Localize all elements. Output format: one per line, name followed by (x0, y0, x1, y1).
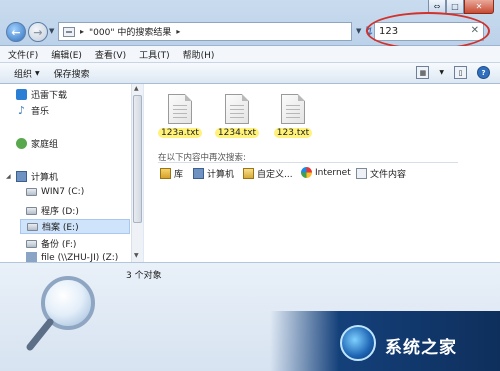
search-again-internet[interactable]: Internet (301, 167, 351, 178)
nav-item-drive-e[interactable]: 档案 (E:) (20, 219, 130, 234)
library-icon (160, 168, 171, 179)
file-name: 1234.txt (214, 128, 260, 138)
file-contents-icon (356, 168, 367, 179)
details-pane: 3 个对象 系统之家 (0, 262, 500, 371)
search-again-file-contents[interactable]: 文件内容 (356, 167, 406, 180)
search-folder-icon (63, 26, 75, 37)
navigation-pane: 迅雷下载 ♪ 音乐 家庭组 ◢ 计算机 WIN7 (C:) 程序 (D:) 档案… (0, 84, 143, 263)
address-bar[interactable]: ▸ "000" 中的搜索结果 ▸ (58, 22, 352, 41)
computer-icon (193, 168, 204, 179)
breadcrumb-search-results[interactable]: "000" 中的搜索结果 (89, 25, 171, 38)
view-options-dropdown-icon[interactable]: ▼ (439, 69, 444, 76)
nav-item-drive-c[interactable]: WIN7 (C:) (26, 187, 84, 197)
breadcrumb-separator-icon[interactable]: ▸ (80, 27, 84, 36)
title-bar: ⇔ □ ✕ ← → ▼ ▸ "000" 中的搜索结果 ▸ ▼ ↯ 123 ✕ (0, 0, 500, 50)
scroll-up-icon[interactable]: ▲ (134, 85, 139, 92)
nav-item-label: WIN7 (C:) (41, 187, 85, 197)
nav-item-label: 家庭组 (31, 140, 59, 150)
nav-item-thunder-downloads[interactable]: 迅雷下载 (16, 88, 67, 101)
nav-item-label: 计算机 (31, 173, 59, 183)
drive-icon (26, 188, 37, 196)
computer-icon (16, 171, 27, 182)
back-button[interactable]: ← (6, 22, 26, 42)
nav-item-drive-f[interactable]: 备份 (F:) (26, 237, 76, 250)
organize-label: 组织 (14, 69, 33, 80)
window-controls: ⇔ □ ✕ (428, 0, 494, 14)
search-magnifier-icon (26, 276, 95, 351)
search-query: 123 (379, 26, 399, 37)
search-location-label: Internet (315, 167, 351, 178)
text-file-icon (281, 94, 305, 124)
search-location-label: 库 (174, 170, 184, 180)
preview-pane-icon[interactable]: ▯ (454, 66, 467, 79)
close-button[interactable]: ✕ (464, 0, 494, 14)
watermark-logo-icon (340, 325, 376, 361)
menu-file[interactable]: 文件(F) (8, 48, 38, 61)
nav-item-label: file (\\ZHU-JI) (Z:) (41, 252, 119, 263)
menu-tools[interactable]: 工具(T) (139, 48, 170, 61)
scroll-down-icon[interactable]: ▼ (134, 252, 139, 259)
file-name: 123.txt (273, 128, 313, 138)
search-again-custom[interactable]: 自定义... (243, 167, 293, 180)
music-icon: ♪ (17, 104, 26, 117)
menu-bar: 文件(F) 编辑(E) 查看(V) 工具(T) 帮助(H) (0, 46, 500, 63)
drive-icon (26, 239, 37, 248)
recent-pages-dropdown[interactable]: ▼ (49, 27, 54, 35)
chevron-down-icon: ▼ (35, 69, 40, 77)
nav-item-label: 档案 (E:) (42, 223, 79, 233)
forward-button[interactable]: → (28, 22, 48, 42)
nav-item-music[interactable]: ♪ 音乐 (16, 104, 49, 117)
drive-icon (27, 222, 38, 231)
nav-item-homegroup[interactable]: 家庭组 (16, 137, 58, 150)
save-search-button[interactable]: 保存搜索 (54, 67, 90, 80)
address-dropdown-icon[interactable]: ▼ (356, 27, 361, 35)
minimize-button[interactable]: ⇔ (428, 0, 446, 14)
custom-folder-icon (243, 168, 254, 179)
nav-item-label: 程序 (D:) (41, 207, 79, 217)
scrollbar-thumb[interactable] (133, 95, 142, 223)
search-location-label: 自定义... (257, 170, 293, 180)
nav-item-label: 音乐 (31, 107, 50, 117)
menu-view[interactable]: 查看(V) (95, 48, 126, 61)
watermark-text: 系统之家 (385, 338, 457, 358)
file-item[interactable]: 123.txt (270, 94, 316, 138)
search-results-pane: 123a.txt 1234.txt 123.txt 在以下内容中再次搜索: 库 … (144, 84, 500, 262)
view-controls: ▦ ▼ ▯ ? (416, 66, 490, 79)
clear-search-icon[interactable]: ✕ (471, 25, 479, 36)
internet-icon (301, 167, 312, 178)
nav-item-computer[interactable]: 计算机 (16, 170, 58, 183)
file-item[interactable]: 123a.txt (157, 94, 203, 138)
drive-icon (26, 206, 37, 215)
download-folder-icon (16, 89, 27, 100)
search-input[interactable]: 123 ✕ (374, 22, 484, 41)
text-file-icon (168, 94, 192, 124)
file-name: 123a.txt (158, 128, 202, 138)
item-count: 3 个对象 (126, 271, 162, 281)
menu-help[interactable]: 帮助(H) (183, 48, 215, 61)
search-again-library[interactable]: 库 (160, 167, 183, 180)
refresh-icon[interactable]: ↯ (364, 24, 374, 38)
change-view-icon[interactable]: ▦ (416, 66, 430, 79)
nav-item-label: 备份 (F:) (41, 240, 77, 250)
navigation-scrollbar[interactable]: ▲ ▼ (131, 84, 143, 262)
watermark-banner: 系统之家 (270, 311, 500, 371)
menu-edit[interactable]: 编辑(E) (51, 48, 82, 61)
collapse-computer-icon[interactable]: ◢ (6, 173, 11, 180)
homegroup-icon (16, 138, 27, 149)
command-bar: 组织 ▼ 保存搜索 ▦ ▼ ▯ ? (0, 63, 500, 84)
file-item[interactable]: 1234.txt (214, 94, 260, 138)
organize-button[interactable]: 组织 ▼ (14, 67, 40, 80)
help-icon[interactable]: ? (477, 66, 490, 79)
nav-item-label: 迅雷下载 (31, 91, 68, 101)
breadcrumb-separator-icon[interactable]: ▸ (176, 27, 180, 36)
search-location-label: 计算机 (207, 170, 235, 180)
divider (158, 162, 458, 163)
text-file-icon (225, 94, 249, 124)
search-again-computer[interactable]: 计算机 (193, 167, 234, 180)
maximize-button[interactable]: □ (446, 0, 464, 14)
nav-item-drive-d[interactable]: 程序 (D:) (26, 204, 79, 217)
search-location-label: 文件内容 (370, 170, 407, 180)
